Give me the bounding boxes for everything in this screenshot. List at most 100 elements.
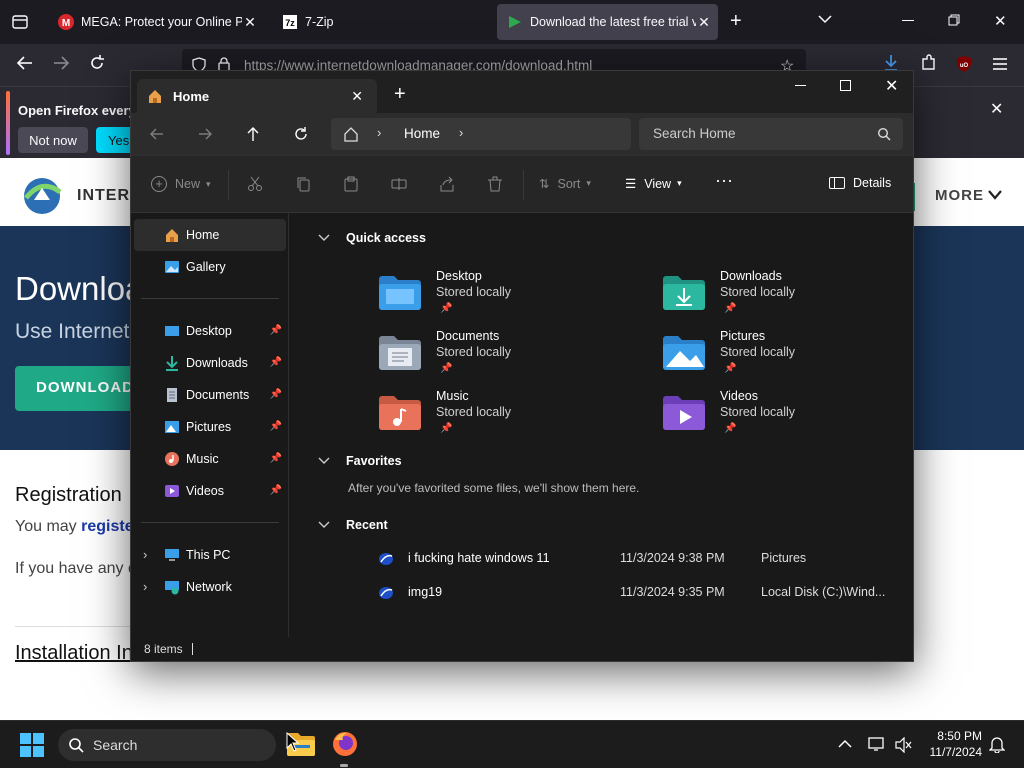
pin-icon[interactable]: 📌 [270,357,282,368]
sort-icon: ⇅ [539,177,550,191]
close-tab-icon[interactable]: ✕ [351,88,363,105]
recent-row[interactable]: img19 11/3/2024 9:35 PM Local Disk (C:)\… [290,580,912,606]
pin-icon[interactable]: 📌 [270,421,282,432]
firefox-tab-mega[interactable]: M MEGA: Protect your Online Privacy ✕ [48,4,264,40]
quick-access-downloads[interactable]: Downloads Stored locally 📌 [662,267,922,327]
volume-muted-icon[interactable] [895,737,913,753]
tab-list-icon[interactable] [10,12,30,32]
quick-access-header[interactable]: Quick access [318,231,426,245]
close-tab-icon[interactable]: ✕ [696,14,712,31]
breadcrumb[interactable]: › Home › [331,118,631,150]
minimize-icon[interactable] [795,85,806,86]
list-all-tabs-icon[interactable] [818,14,832,24]
nav-item-videos[interactable]: Videos 📌 [134,475,286,507]
pin-icon[interactable]: 📌 [270,485,282,496]
expand-chevron-icon[interactable]: › [143,579,147,594]
home-outline-icon [343,126,359,142]
recent-row[interactable]: i fucking hate windows 11 11/3/2024 9:38… [290,546,912,572]
close-window-icon[interactable]: ✕ [994,12,1007,30]
search-icon[interactable] [877,127,891,141]
new-button[interactable]: + New ▾ [151,176,211,192]
nav-item-pictures[interactable]: Pictures 📌 [134,411,286,443]
new-tab-icon[interactable]: + [394,83,406,106]
chevron-right-icon[interactable]: › [459,125,463,140]
gallery-icon [165,261,179,273]
search-input[interactable]: Search Home [653,126,736,141]
search-box[interactable]: Search Home [639,118,903,150]
quick-access-pictures[interactable]: Pictures Stored locally 📌 [662,327,922,387]
firefox-tab-idm[interactable]: Download the latest free trial version ✕ [497,4,718,40]
refresh-icon[interactable] [293,126,309,142]
back-icon[interactable] [16,54,34,72]
favorites-header[interactable]: Favorites [318,454,402,468]
breadcrumb-home[interactable]: Home [404,126,440,141]
forward-icon[interactable] [197,126,213,142]
downloads-icon [166,356,178,371]
details-button[interactable]: Details [829,176,891,190]
content-pane: Quick access Desktop Stored locally 📌 Do… [290,213,912,637]
back-icon[interactable] [149,126,165,142]
pin-icon[interactable]: 📌 [270,389,282,400]
installation-link[interactable]: Installation In [15,642,133,665]
idm-icon [507,14,523,30]
nav-item-gallery[interactable]: Gallery [134,251,286,283]
start-button[interactable] [20,733,44,757]
maximize-icon[interactable] [840,80,851,91]
quick-access-documents[interactable]: Documents Stored locally 📌 [378,327,638,387]
paste-icon[interactable] [343,176,359,192]
svg-text:uO: uO [960,63,969,69]
quick-access-videos[interactable]: Videos Stored locally 📌 [662,387,922,447]
firefox-tab-7zip[interactable]: 7z 7-Zip [272,4,490,40]
network-status-icon[interactable] [868,736,886,752]
forward-icon[interactable] [52,54,70,72]
explorer-tab-home[interactable]: Home ✕ [137,79,377,113]
close-window-icon[interactable]: ✕ [885,76,898,96]
delete-icon[interactable] [487,176,503,192]
firefox-taskbar-icon[interactable] [331,730,359,758]
close-notification-icon[interactable]: ✕ [990,99,1003,119]
nav-item-this-pc[interactable]: › This PC [134,539,286,571]
up-icon[interactable] [245,126,261,142]
recent-header[interactable]: Recent [318,518,388,532]
close-tab-icon[interactable]: ✕ [242,14,258,31]
view-button[interactable]: ☰ View ▾ [625,176,682,192]
nav-item-home[interactable]: Home [134,219,286,251]
quick-access-music[interactable]: Music Stored locally 📌 [378,387,638,447]
nav-item-music[interactable]: Music 📌 [134,443,286,475]
nav-item-desktop[interactable]: Desktop 📌 [134,315,286,347]
image-file-icon [379,587,393,599]
share-icon[interactable] [439,176,455,192]
register-link[interactable]: registe [81,518,133,535]
pin-icon: 📌 [724,363,737,374]
show-hidden-icons[interactable] [838,739,852,749]
ublock-icon[interactable]: uO [955,55,973,73]
mouse-cursor [286,732,300,752]
new-tab-icon[interactable]: + [730,10,742,33]
copy-icon[interactable] [295,176,311,192]
nav-item-documents[interactable]: Documents 📌 [134,379,286,411]
pin-icon[interactable]: 📌 [270,325,282,336]
chevron-down-icon[interactable] [988,190,1002,200]
more-options-icon[interactable]: ··· [715,170,733,191]
sort-button[interactable]: ⇅ Sort ▾ [539,176,591,192]
notifications-icon[interactable] [989,735,1005,753]
clock[interactable]: 8:50 PM 11/7/2024 [918,728,983,760]
extensions-icon[interactable] [920,54,936,72]
idm-logo[interactable] [20,176,64,216]
menu-icon[interactable] [992,57,1008,71]
expand-chevron-icon[interactable]: › [143,547,147,562]
nav-item-network[interactable]: › Network [134,571,286,603]
restore-icon[interactable] [948,14,960,26]
support-text: If you have any q [15,560,137,577]
reload-icon[interactable] [88,54,106,72]
rename-icon[interactable] [391,176,407,192]
pin-icon[interactable]: 📌 [270,453,282,464]
recent-file-location: Local Disk (C:)\Wind... [761,585,886,599]
more-menu[interactable]: MORE [935,187,984,204]
taskbar-search[interactable]: Search [58,729,276,761]
cut-icon[interactable] [247,176,263,192]
nav-item-downloads[interactable]: Downloads 📌 [134,347,286,379]
minimize-icon[interactable] [902,20,914,21]
not-now-button[interactable]: Not now [18,127,88,153]
quick-access-desktop[interactable]: Desktop Stored locally 📌 [378,267,638,327]
